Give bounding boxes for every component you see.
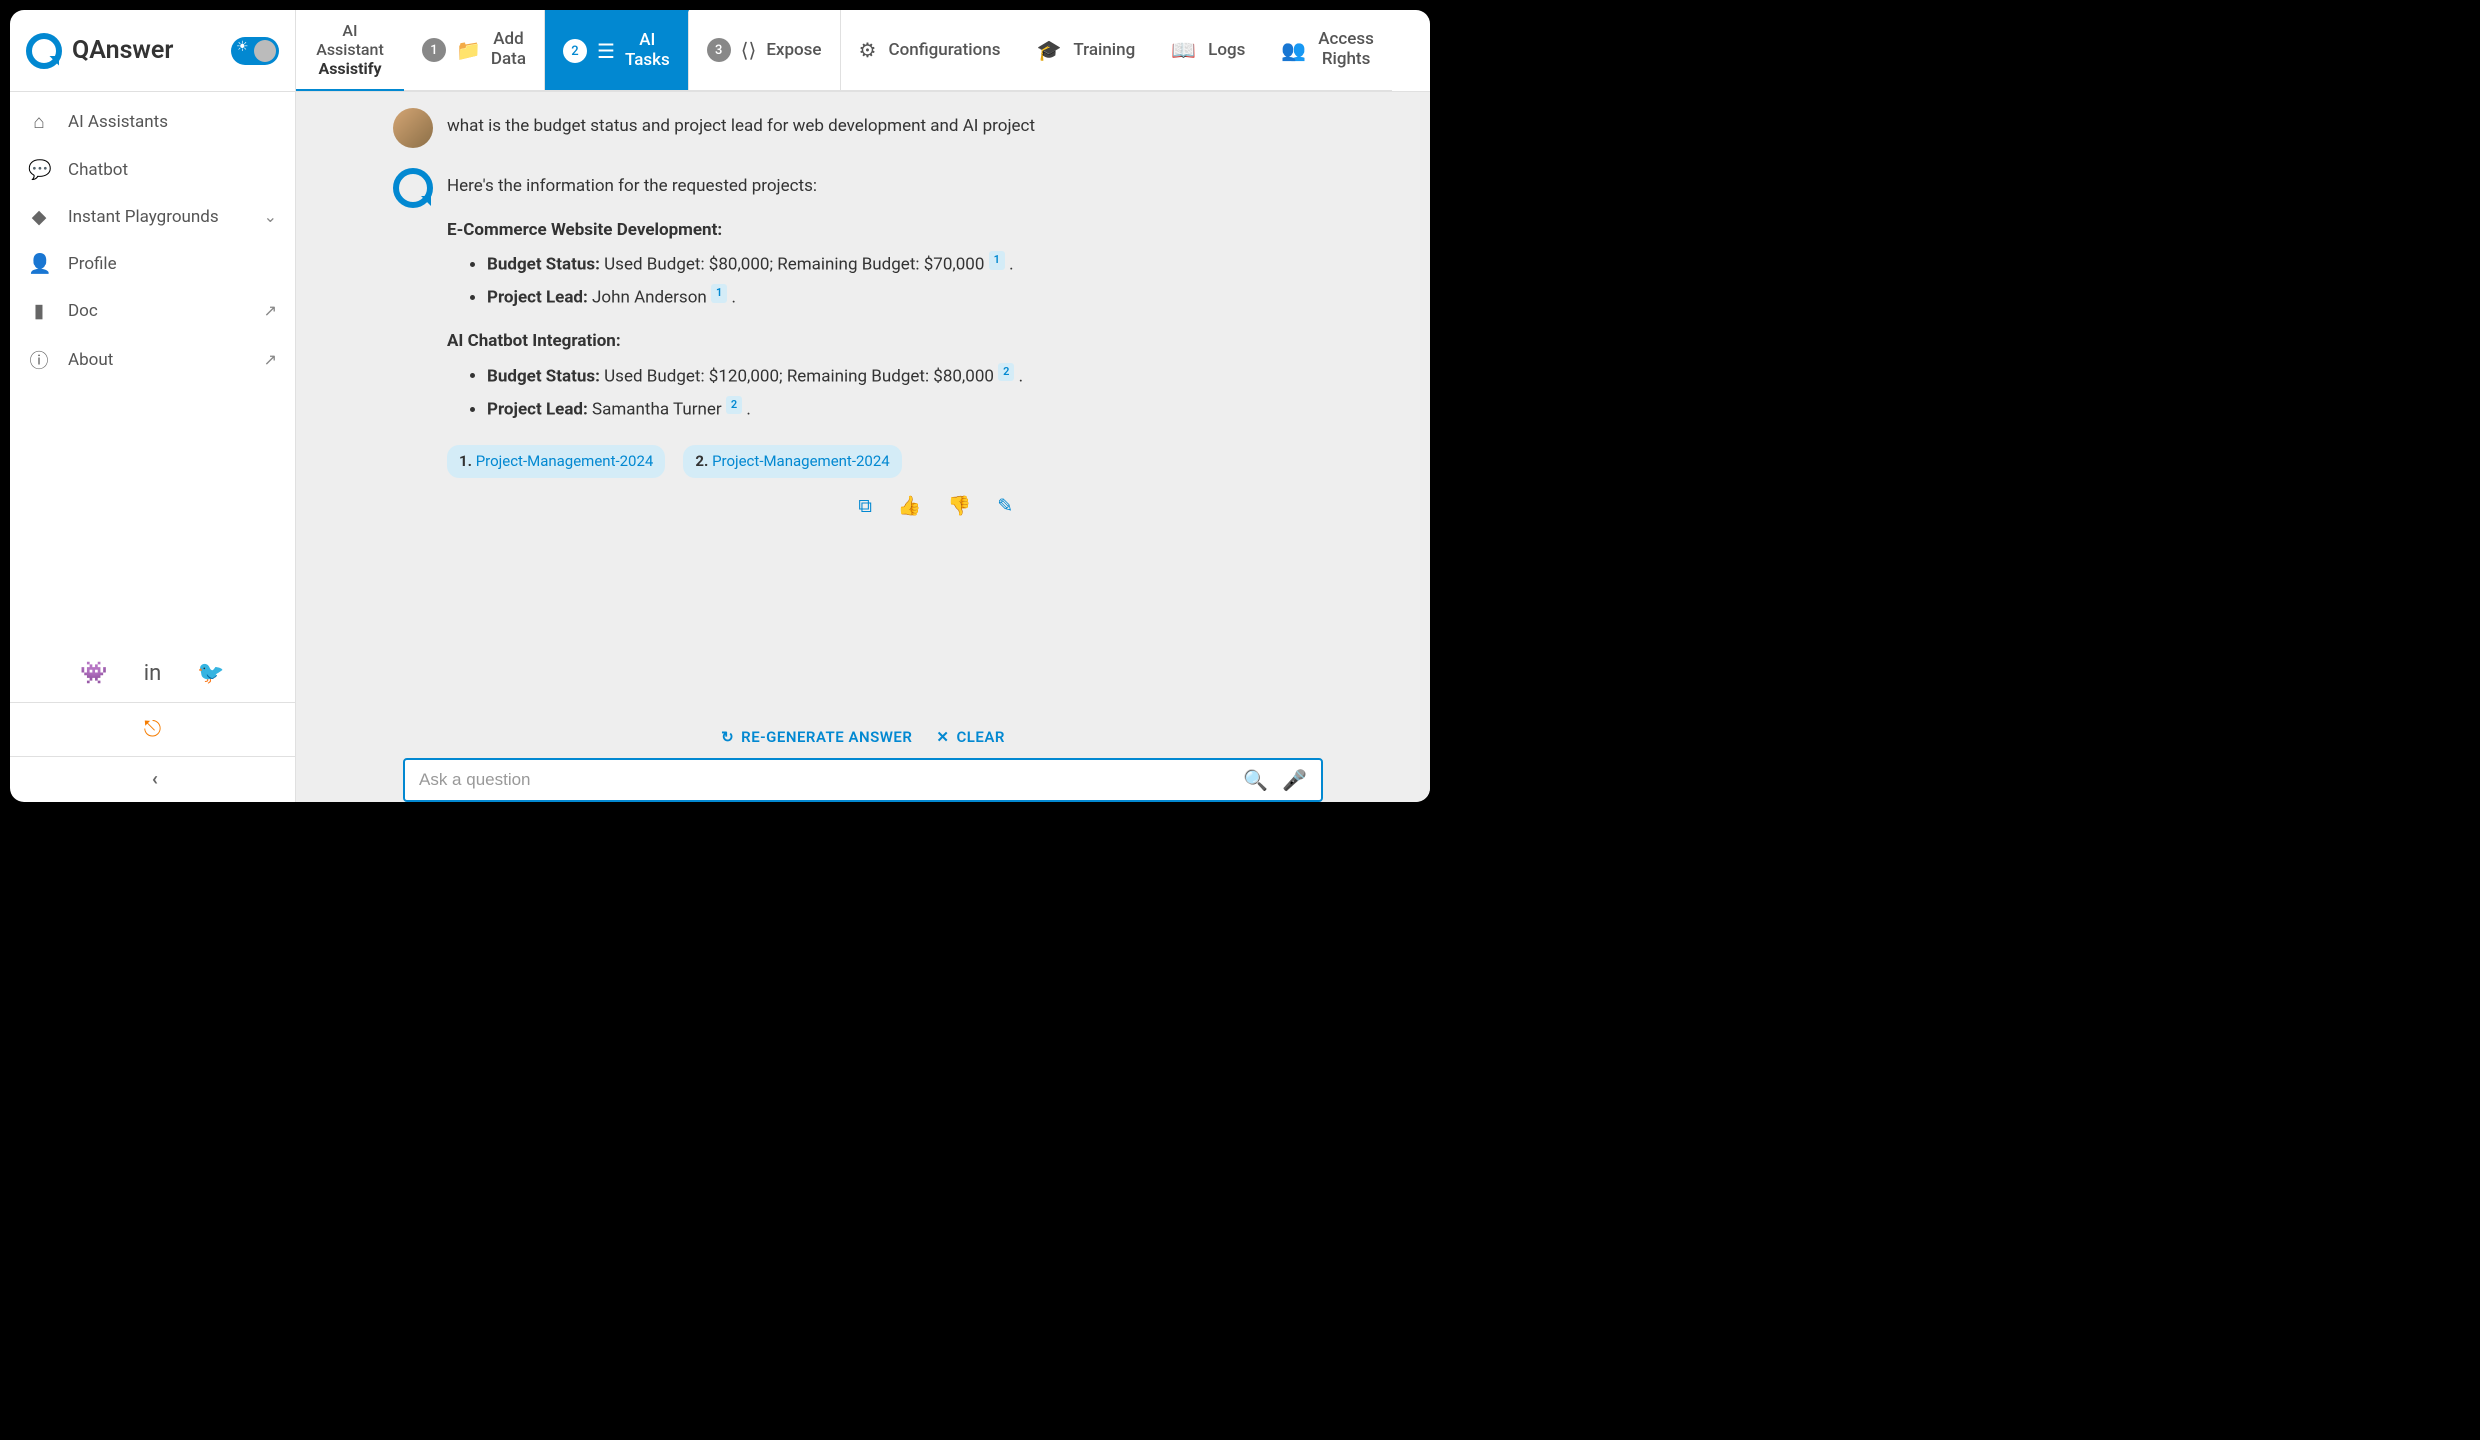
external-link-icon: ↗ — [264, 301, 277, 320]
answer-intro: Here's the information for the requested… — [447, 174, 1023, 200]
regenerate-button[interactable]: ↻ RE-GENERATE ANSWER — [721, 728, 912, 746]
thumbs-up-icon[interactable]: 👍 — [898, 492, 922, 521]
tab-configurations[interactable]: ⚙ Configurations — [841, 10, 1019, 91]
external-link-icon: ↗ — [264, 350, 277, 369]
project-1-title: E-Commerce Website Development: — [447, 218, 1023, 244]
step-num-1: 1 — [422, 38, 446, 62]
sidebar: ⌂ AI Assistants 💬 Chatbot ◆ Instant Play… — [10, 92, 296, 802]
theme-toggle[interactable] — [231, 37, 279, 65]
user-avatar — [393, 108, 433, 148]
nav-profile[interactable]: 👤 Profile — [10, 240, 295, 287]
refresh-icon: ↻ — [721, 728, 734, 746]
nav-instant-playgrounds[interactable]: ◆ Instant Playgrounds ⌄ — [10, 193, 295, 240]
book-icon: 📖 — [1171, 38, 1196, 62]
tab-add-data[interactable]: 1 📁 AddData — [404, 10, 545, 91]
gear-icon: ⚙ — [859, 38, 877, 62]
bot-message: Here's the information for the requested… — [393, 158, 1333, 530]
collapse-sidebar-button[interactable]: ‹‹ — [10, 756, 295, 802]
twitter-icon[interactable]: 🐦 — [197, 661, 224, 686]
shapes-icon: ◆ — [28, 205, 50, 228]
tab-expose[interactable]: 3 ⟨⟩ Expose — [689, 10, 841, 91]
assistant-line3: Assistify — [318, 59, 381, 78]
edit-icon[interactable]: ✎ — [997, 492, 1013, 521]
logo-area: QAnswer — [10, 10, 296, 91]
step-num-2: 2 — [563, 39, 587, 63]
mic-icon[interactable]: 🎤 — [1282, 768, 1307, 792]
graduation-icon: 🎓 — [1036, 38, 1061, 62]
logout-button[interactable]: ⎋ — [10, 702, 295, 756]
question-input[interactable] — [419, 770, 1243, 790]
info-icon: ⓘ — [28, 346, 50, 373]
user-message: what is the budget status and project le… — [393, 98, 1333, 158]
citation-badge[interactable]: 1 — [989, 251, 1005, 270]
search-icon[interactable]: 🔍 — [1243, 768, 1268, 792]
nav-doc[interactable]: ▮ Doc ↗ — [10, 287, 295, 334]
chevron-down-icon: ⌄ — [264, 207, 277, 226]
tab-logs[interactable]: 📖 Logs — [1153, 10, 1263, 91]
citation-badge[interactable]: 2 — [998, 363, 1014, 382]
people-icon: 👥 — [1281, 38, 1306, 62]
nav-chatbot[interactable]: 💬 Chatbot — [10, 146, 295, 193]
project-2-lead: Project Lead: Samantha Turner 2 . — [487, 396, 1023, 423]
logo-icon — [26, 33, 62, 69]
project-1-lead: Project Lead: John Anderson 1 . — [487, 284, 1023, 311]
copy-icon[interactable]: ⧉ — [858, 492, 872, 521]
list-icon: ☰ — [597, 39, 615, 63]
bot-avatar — [393, 168, 433, 208]
discord-icon[interactable]: 👾 — [80, 661, 107, 686]
assistant-line1: AI — [342, 21, 357, 40]
source-1[interactable]: 1. Project-Management-2024 — [447, 445, 665, 478]
tab-ai-tasks[interactable]: 2 ☰ AITasks — [545, 10, 689, 91]
tab-access-rights[interactable]: 👥 AccessRights — [1263, 10, 1392, 91]
citation-badge[interactable]: 1 — [711, 284, 727, 303]
folder-icon: 📁 — [456, 38, 481, 62]
tab-training[interactable]: 🎓 Training — [1018, 10, 1153, 91]
citation-badge[interactable]: 2 — [726, 396, 742, 415]
project-1-budget: Budget Status: Used Budget: $80,000; Rem… — [487, 251, 1023, 278]
thumbs-down-icon[interactable]: 👎 — [948, 492, 972, 521]
integration-icon: ⟨⟩ — [741, 38, 757, 62]
doc-icon: ▮ — [28, 299, 50, 322]
question-input-container: 🔍 🎤 — [403, 758, 1323, 802]
assistant-line2: Assistant — [316, 40, 384, 59]
home-icon: ⌂ — [28, 110, 50, 134]
profile-icon: 👤 — [28, 252, 50, 275]
step-num-3: 3 — [707, 38, 731, 62]
nav-ai-assistants[interactable]: ⌂ AI Assistants — [10, 98, 295, 146]
user-question-text: what is the budget status and project le… — [447, 108, 1035, 148]
project-2-title: AI Chatbot Integration: — [447, 329, 1023, 355]
project-2-budget: Budget Status: Used Budget: $120,000; Re… — [487, 363, 1023, 390]
source-2[interactable]: 2. Project-Management-2024 — [683, 445, 901, 478]
nav-about[interactable]: ⓘ About ↗ — [10, 334, 295, 385]
brand-name: QAnswer — [72, 36, 173, 65]
clear-button[interactable]: ✕ CLEAR — [936, 728, 1005, 746]
close-icon: ✕ — [936, 728, 949, 746]
chat-icon: 💬 — [28, 158, 50, 181]
assistant-label[interactable]: AI Assistant Assistify — [296, 10, 404, 91]
linkedin-icon[interactable]: in — [144, 661, 162, 686]
